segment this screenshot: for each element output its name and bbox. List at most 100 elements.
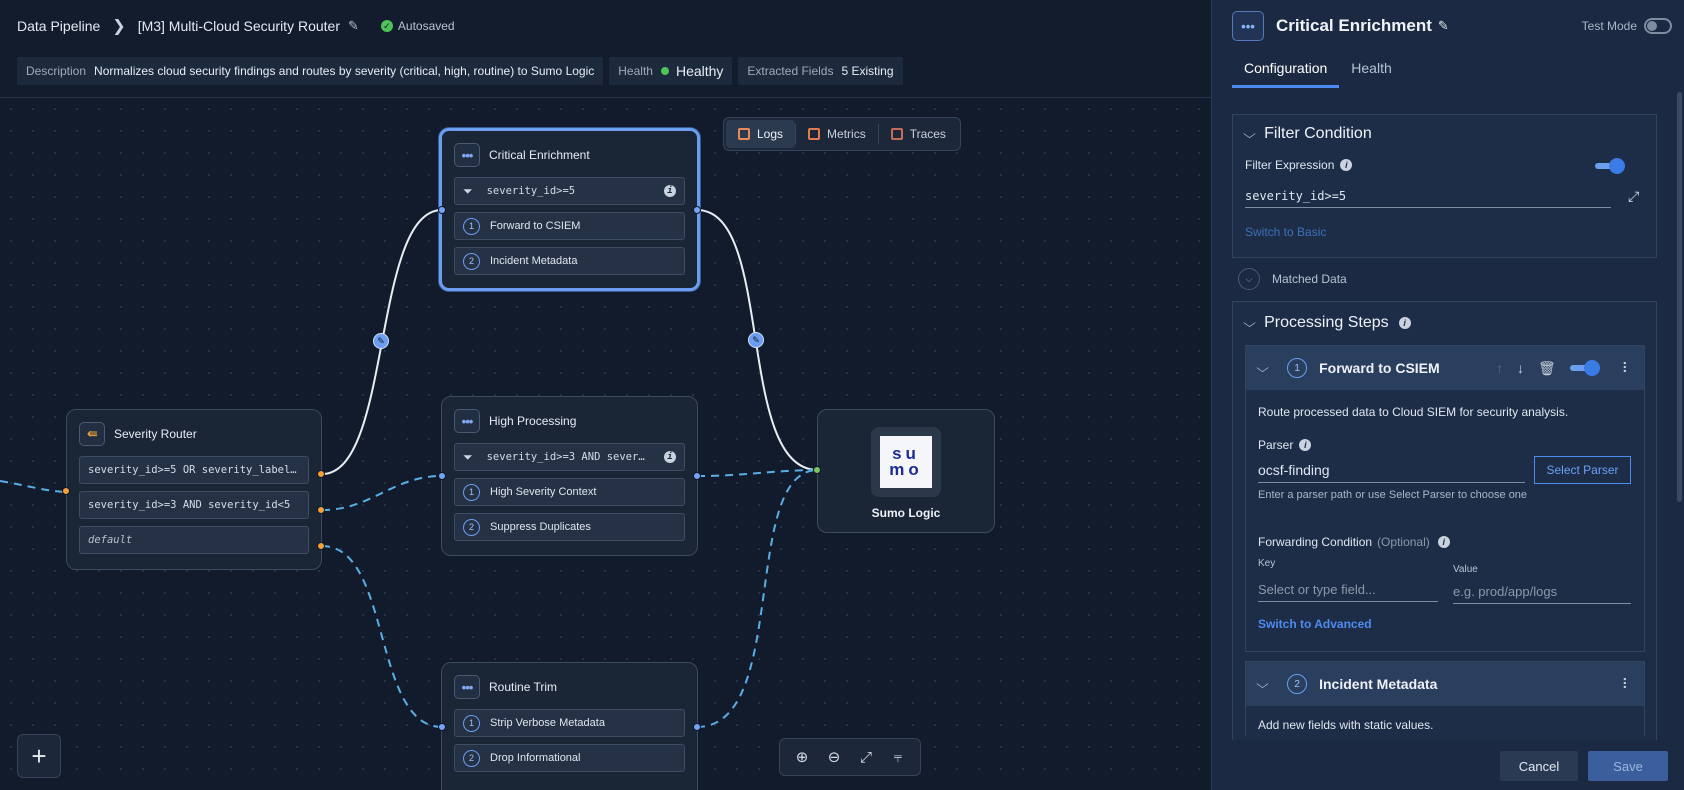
info-icon[interactable]: i: [1398, 317, 1411, 329]
step-toolbar: ⠇: [1622, 676, 1632, 693]
node-filter-row[interactable]: ⏷ severity_id>=5 i: [454, 177, 685, 205]
value-input[interactable]: e.g. prod/app/logs: [1453, 584, 1631, 604]
route-condition: severity_id>=5 OR severity_label…: [88, 464, 297, 476]
pencil-icon[interactable]: ✎: [348, 18, 359, 34]
route-default-row[interactable]: default: [79, 526, 309, 554]
auto-layout-icon[interactable]: ⫧: [882, 742, 914, 772]
extracted-fields-chip[interactable]: Extracted Fields 5 Existing: [738, 57, 903, 85]
output-port[interactable]: [693, 723, 701, 731]
route-condition-row[interactable]: severity_id>=3 AND severity_id<5: [79, 491, 309, 519]
node-step-row[interactable]: 1 High Severity Context: [454, 478, 685, 506]
node-header: ⇚ Severity Router: [79, 422, 309, 446]
info-icon[interactable]: i: [1340, 159, 1353, 171]
traces-toggle-button[interactable]: Traces: [879, 120, 958, 148]
forwarding-condition-row: Forwarding Condition (Optional) i: [1258, 535, 1450, 549]
routine-trim-node[interactable]: ••• Routine Trim 1 Strip Verbose Metadat…: [441, 662, 698, 790]
switch-to-advanced-link[interactable]: Switch to Advanced: [1258, 617, 1372, 631]
filter-condition-header[interactable]: ⌵ Filter Condition: [1243, 125, 1372, 143]
pencil-icon[interactable]: ✎: [1438, 18, 1449, 34]
step-label: Suppress Duplicates: [490, 521, 591, 533]
chevron-right-icon: ❯: [112, 18, 126, 35]
input-port[interactable]: [62, 487, 70, 495]
canvas-zoom-controls: ⊕ ⊖ ⤢ ⫧: [779, 738, 921, 776]
wire-routine-to-sumo: [696, 469, 819, 728]
test-mode-toggle[interactable]: [1644, 18, 1672, 34]
pipeline-canvas[interactable]: ✎ ✎ Logs Metrics Traces ••• Critical Enr…: [0, 98, 1211, 790]
step-title: Forward to CSIEM: [1319, 360, 1440, 376]
metrics-toggle-button[interactable]: Metrics: [796, 120, 878, 148]
edit-connection-pencil-icon[interactable]: ✎: [748, 332, 764, 348]
route-output-port[interactable]: [317, 470, 325, 478]
node-step-row[interactable]: 2 Drop Informational: [454, 744, 685, 772]
node-step-row[interactable]: 2 Incident Metadata: [454, 247, 685, 275]
node-filter-row[interactable]: ⏷ severity_id>=3 AND sever… i: [454, 443, 685, 471]
step-body: Route processed data to Cloud SIEM for s…: [1246, 390, 1644, 651]
filter-funnel-icon: ⏷: [463, 449, 473, 464]
zoom-in-icon[interactable]: ⊕: [786, 742, 818, 772]
trash-icon[interactable]: 🗑: [1538, 360, 1556, 377]
step-label: Drop Informational: [490, 752, 581, 764]
route-output-port[interactable]: [317, 542, 325, 550]
logs-toggle-button[interactable]: Logs: [726, 120, 796, 148]
tab-health[interactable]: Health: [1339, 52, 1403, 88]
node-step-row[interactable]: 1 Strip Verbose Metadata: [454, 709, 685, 737]
input-port[interactable]: [438, 723, 446, 731]
drag-handle-icon[interactable]: ⠇: [1622, 360, 1632, 377]
move-up-icon[interactable]: ↑: [1496, 360, 1503, 376]
high-processing-node[interactable]: ••• High Processing ⏷ severity_id>=3 AND…: [441, 396, 698, 556]
step-number-badge: 2: [463, 518, 480, 536]
parser-input[interactable]: ocsf-finding: [1258, 462, 1525, 483]
zoom-out-icon[interactable]: ⊖: [818, 742, 850, 772]
critical-enrichment-node[interactable]: ••• Critical Enrichment ⏷ severity_id>=5…: [439, 128, 700, 291]
output-port[interactable]: [693, 206, 701, 214]
tab-configuration[interactable]: Configuration: [1232, 52, 1340, 88]
test-mode-label: Test Mode: [1581, 19, 1637, 33]
step-header[interactable]: ⌵ 2 Incident Metadata ⠇: [1246, 662, 1644, 706]
step-header[interactable]: ⌵ 1 Forward to CSIEM ↑ ↓ 🗑 ⠇: [1246, 346, 1644, 390]
value-label: Value: [1453, 564, 1478, 575]
panel-scrollbar[interactable]: [1677, 92, 1682, 502]
route-default: default: [88, 534, 133, 546]
input-port[interactable]: [438, 472, 446, 480]
info-icon[interactable]: i: [664, 451, 676, 463]
cancel-button[interactable]: Cancel: [1500, 751, 1578, 781]
input-port[interactable]: [438, 206, 446, 214]
info-icon[interactable]: i: [1437, 536, 1450, 548]
expand-icon[interactable]: ⤢: [1628, 188, 1639, 205]
move-down-icon[interactable]: ↓: [1517, 360, 1524, 376]
breadcrumb-root-link[interactable]: Data Pipeline: [17, 18, 100, 34]
add-node-button[interactable]: +: [17, 734, 61, 778]
pipeline-name: [M3] Multi-Cloud Security Router: [137, 18, 340, 34]
severity-router-node[interactable]: ⇚ Severity Router severity_id>=5 OR seve…: [66, 409, 322, 570]
key-input[interactable]: Select or type field...: [1258, 582, 1438, 602]
output-port[interactable]: [693, 472, 701, 480]
filter-expression: severity_id>=3 AND sever…: [486, 451, 645, 463]
logs-label: Logs: [757, 127, 784, 141]
route-condition-row[interactable]: severity_id>=5 OR severity_label…: [79, 456, 309, 484]
route-output-port[interactable]: [317, 506, 325, 514]
filter-enabled-toggle[interactable]: [1595, 158, 1625, 174]
processing-steps-header[interactable]: ⌵ Processing Steps i: [1243, 314, 1411, 332]
wire-router-to-routine: [321, 545, 443, 728]
sumo-logic-destination-node[interactable]: su mo Sumo Logic: [817, 409, 995, 533]
node-step-row[interactable]: 1 Forward to CSIEM: [454, 212, 685, 240]
switch-to-basic-link[interactable]: Switch to Basic: [1245, 225, 1326, 239]
drag-handle-icon[interactable]: ⠇: [1622, 676, 1632, 693]
step-enabled-toggle[interactable]: [1569, 360, 1600, 376]
parser-label-row: Parser i: [1258, 438, 1312, 452]
save-button[interactable]: Save: [1588, 751, 1668, 781]
autosaved-label: Autosaved: [397, 19, 455, 33]
info-icon[interactable]: i: [664, 185, 676, 197]
node-step-row[interactable]: 2 Suppress Duplicates: [454, 513, 685, 541]
filter-expression-input[interactable]: severity_id>=5: [1245, 189, 1611, 208]
select-parser-button[interactable]: Select Parser: [1534, 456, 1631, 484]
matched-data-chevron-icon[interactable]: ⌵: [1238, 268, 1260, 290]
step-title: Incident Metadata: [1319, 676, 1438, 692]
input-port[interactable]: [813, 466, 821, 474]
step-description: Route processed data to Cloud SIEM for s…: [1258, 405, 1569, 419]
node-title: High Processing: [489, 414, 577, 428]
info-icon[interactable]: i: [1299, 439, 1312, 451]
matched-data-label[interactable]: Matched Data: [1272, 272, 1347, 286]
edit-connection-pencil-icon[interactable]: ✎: [373, 333, 389, 349]
fit-view-icon[interactable]: ⤢: [850, 742, 882, 772]
